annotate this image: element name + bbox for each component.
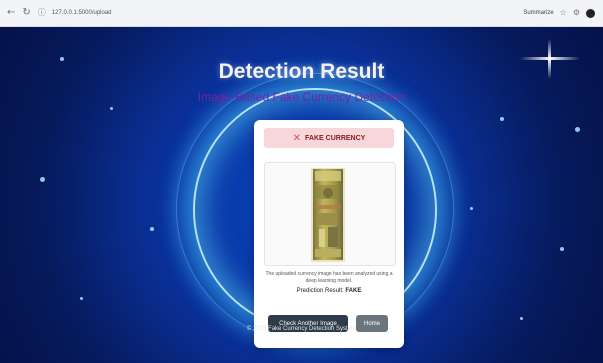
back-icon[interactable]: ← xyxy=(7,8,15,18)
sparkle xyxy=(40,177,45,182)
x-mark-icon: ✕ xyxy=(292,132,302,144)
sparkle xyxy=(80,297,83,300)
banknote-image xyxy=(311,168,345,262)
result-badge: ✕ FAKE CURRENCY xyxy=(264,128,394,148)
result-badge-label: FAKE CURRENCY xyxy=(305,134,366,142)
summarize-button[interactable]: Summarize xyxy=(523,10,553,16)
sparkle xyxy=(560,247,564,251)
prediction-label: Prediction Result: xyxy=(296,288,344,294)
extensions-icon[interactable]: ⚙ xyxy=(573,9,580,17)
browser-toolbar: ← ↻ ⓘ 127.0.0.1:5000/upload Summarize ☆ … xyxy=(0,0,603,27)
page-content: Detection Result Image-Based Fake Curren… xyxy=(0,27,603,363)
sparkle xyxy=(500,117,504,121)
star-icon[interactable]: ☆ xyxy=(560,9,567,17)
uploaded-image xyxy=(264,162,396,266)
reload-icon[interactable]: ↻ xyxy=(22,8,30,18)
address-bar[interactable]: 127.0.0.1:5000/upload xyxy=(52,10,112,16)
page-title: Detection Result xyxy=(218,60,385,83)
prediction-value: FAKE xyxy=(345,288,362,294)
sparkle xyxy=(110,107,113,110)
sparkle xyxy=(470,207,473,210)
page-subtitle: Image-Based Fake Currency Detection xyxy=(197,90,406,104)
analysis-note: The uploaded currency image has been ana… xyxy=(265,271,393,284)
result-card: ✕ FAKE CURRENCY The uploaded currency im… xyxy=(254,120,404,348)
footer-text: © 2025 Fake Currency Detection System xyxy=(246,326,357,332)
sparkle xyxy=(575,127,580,132)
browser-actions: Summarize ☆ ⚙ xyxy=(523,0,595,26)
info-icon[interactable]: ⓘ xyxy=(38,9,46,17)
profile-icon[interactable] xyxy=(586,8,595,18)
prediction-line: Prediction Result: FAKE xyxy=(254,288,404,294)
sparkle xyxy=(520,317,523,320)
sparkle xyxy=(150,227,154,231)
